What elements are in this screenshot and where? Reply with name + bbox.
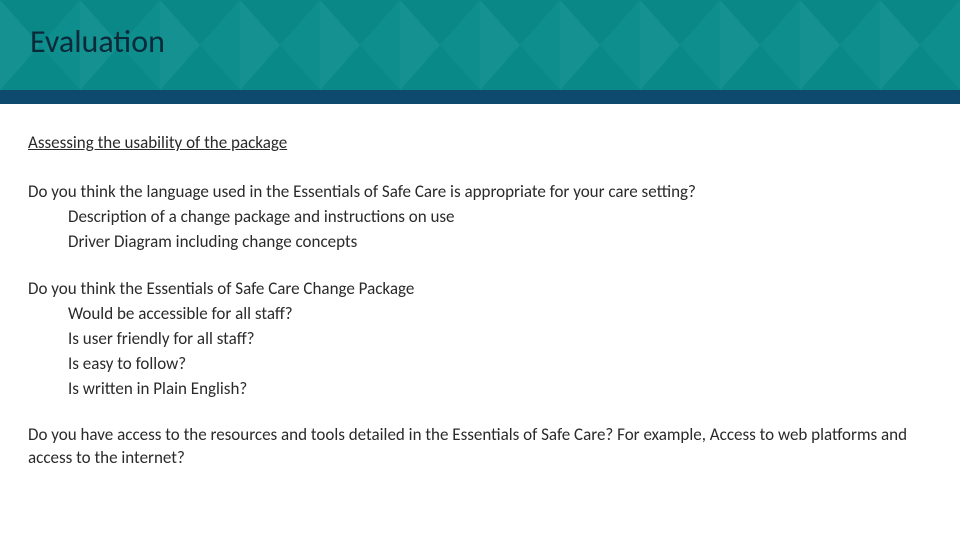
question-1-items: Description of a change package and inst…	[68, 206, 932, 254]
list-item: Description of a change package and inst…	[68, 206, 932, 229]
slide-body: Assessing the usability of the package D…	[0, 104, 960, 470]
accent-bar	[0, 90, 960, 104]
question-2: Do you think the Essentials of Safe Care…	[28, 278, 932, 301]
question-1: Do you think the language used in the Es…	[28, 181, 932, 204]
list-item: Is written in Plain English?	[68, 378, 932, 401]
list-item: Driver Diagram including change concepts	[68, 231, 932, 254]
section-heading: Assessing the usability of the package	[28, 132, 932, 155]
list-item: Is user friendly for all staff?	[68, 328, 932, 351]
question-2-items: Would be accessible for all staff? Is us…	[68, 303, 932, 401]
question-3: Do you have access to the resources and …	[28, 424, 928, 470]
slide-title: Evaluation	[30, 22, 165, 61]
list-item: Would be accessible for all staff?	[68, 303, 932, 326]
list-item: Is easy to follow?	[68, 353, 932, 376]
slide-header: Evaluation	[0, 0, 960, 90]
